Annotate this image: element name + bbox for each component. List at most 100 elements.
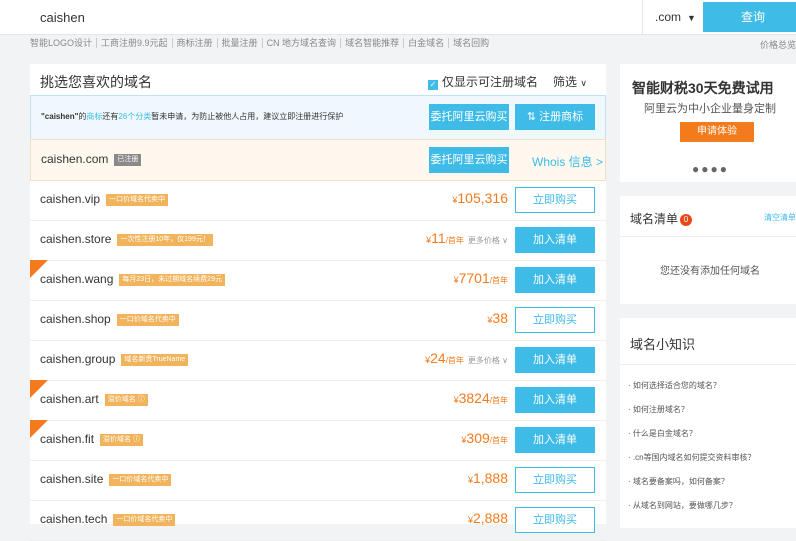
register-trademark-button[interactable]: ⇅ 注册商标 xyxy=(515,104,595,130)
tip-link[interactable]: · 如何注册域名？ xyxy=(628,398,756,422)
more-prices-link[interactable]: 更多价格 ∨ xyxy=(468,356,508,365)
price: ¥2,888 xyxy=(467,510,508,526)
filter-dropdown[interactable]: 筛选 ∨ xyxy=(553,73,587,90)
quicklink-company-reg[interactable]: 工商注册9.9元起 xyxy=(97,38,173,48)
more-prices-link[interactable]: 更多价格 ∨ xyxy=(468,236,508,245)
divider xyxy=(620,236,796,237)
domain-name: caishen.vip 一口价域名代卖中 xyxy=(40,192,169,206)
add-to-list-button[interactable]: 加入清单 xyxy=(515,347,595,373)
domain-row: caishen.group 域名新贵TrueName ¥24/首年 更多价格 ∨ 加… xyxy=(30,340,606,381)
clear-cart-link[interactable]: 清空清单 xyxy=(764,212,796,223)
divider xyxy=(620,364,796,365)
cart-title: 域名清单 0 xyxy=(630,210,693,227)
domain-name: caishen.tech 一口价域名代卖中 xyxy=(40,512,176,526)
quicklink-platinum[interactable]: 白金域名 xyxy=(404,38,450,48)
suffix-value: .com xyxy=(655,10,682,24)
buy-now-button[interactable]: 立即购买 xyxy=(515,507,595,533)
quicklink-buyback[interactable]: 域名回购 xyxy=(449,38,493,48)
domain-row: caishen.fit 溢价域名 ⓘ ¥309/首年 加入清单 xyxy=(30,420,606,461)
domain-row: caishen.com 已注册 委托阿里云购买 Whois 信息 > xyxy=(30,139,606,181)
domain-name: caishen.wang 每月23日，未过期域名续费29元 xyxy=(40,272,225,286)
chevron-down-icon: ∨ xyxy=(580,78,587,88)
whois-link[interactable]: Whois 信息 > xyxy=(532,153,603,170)
tips-title: 域名小知识 xyxy=(630,337,696,352)
search-input[interactable] xyxy=(30,0,630,34)
promo-badge: 域名新贵TrueName xyxy=(121,354,189,366)
quicklink-cn-local[interactable]: CN 地方域名查询 xyxy=(263,38,342,48)
quicklink-trademark[interactable]: 商标注册 xyxy=(173,38,218,48)
buy-now-button[interactable]: 立即购买 xyxy=(515,467,595,493)
price: ¥309/首年 xyxy=(461,430,508,446)
domain-row: caishen.tech 一口价域名代卖中 ¥2,888 立即购买 xyxy=(30,500,606,541)
filter-label: 筛选 xyxy=(553,75,578,89)
status-badge: 已注册 xyxy=(114,154,142,166)
banner-title: 智能财税30天免费试用 xyxy=(632,80,774,96)
tips-list: · 如何选择适合您的域名？ · 如何注册域名？ · 什么是白金域名？ · .cn… xyxy=(628,374,756,518)
apply-trial-button[interactable]: 申请体验 xyxy=(680,122,754,142)
available-only-label: 仅显示可注册域名 xyxy=(442,75,539,89)
categories-link[interactable]: 26个分类 xyxy=(118,112,151,121)
tip-link[interactable]: · 如何选择适合您的域名？ xyxy=(628,374,756,398)
domain-list-panel: 挑选您喜欢的域名 ✓ 仅显示可注册域名 筛选 ∨ "caishen"的商标还有26… xyxy=(30,64,606,541)
price: ¥3824/首年 xyxy=(453,390,508,406)
add-to-list-button[interactable]: 加入清单 xyxy=(515,427,595,453)
consign-buy-button[interactable]: 委托阿里云购买 xyxy=(429,147,509,173)
tip-link[interactable]: · .cn等国内域名如何提交资料审核？ xyxy=(628,446,756,470)
promo-badge: 一口价域名代卖中 xyxy=(113,514,176,526)
tip-link[interactable]: · 什么是白金域名？ xyxy=(628,422,756,446)
quicklink-bulk-reg[interactable]: 批量注册 xyxy=(218,38,263,48)
domain-tips: 域名小知识 · 如何选择适合您的域名？ · 如何注册域名？ · 什么是白金域名？… xyxy=(620,318,796,528)
cart-empty-text: 您还没有添加任何域名 xyxy=(660,266,760,277)
quick-links: 智能LOGO设计 工商注册9.9元起 商标注册 批量注册 CN 地方域名查询 域名智能推荐… xyxy=(0,38,796,58)
trademark-link[interactable]: 商标 xyxy=(86,112,102,121)
price: ¥1,888 xyxy=(467,470,508,486)
price: ¥38 xyxy=(487,310,508,326)
list-header: 挑选您喜欢的域名 ✓ 仅显示可注册域名 筛选 ∨ xyxy=(30,64,606,97)
price: ¥105,316 xyxy=(452,190,508,206)
price: ¥7701/首年 xyxy=(453,270,508,286)
domain-name: caishen.group 域名新贵TrueName xyxy=(40,352,189,366)
search-button[interactable]: 查询 xyxy=(703,2,796,32)
domain-name: caishen.store 一次性注册10年，仅199元！ xyxy=(40,232,213,246)
promo-badge: 一次性注册10年，仅199元！ xyxy=(117,234,213,246)
search-bar: .com ▼ 查询 xyxy=(0,0,796,35)
promo-badge: 溢价域名 ⓘ xyxy=(100,434,143,446)
promo-badge: 溢价域名 ⓘ xyxy=(104,394,148,406)
price: ¥24/首年 更多价格 ∨ xyxy=(425,350,508,366)
domain-row: caishen.shop 一口价域名代卖中 ¥38 立即购买 xyxy=(30,300,606,341)
domain-row: caishen.store 一次性注册10年，仅199元！ ¥11/首年 更多价格 … xyxy=(30,220,606,261)
promo-banner[interactable]: 智能财税30天免费试用 阿里云为中小企业量身定制 申请体验 ●●●● xyxy=(620,64,796,182)
tip-link[interactable]: · 从域名到网站，要做哪几步？ xyxy=(628,494,756,518)
domain-row: caishen.wang 每月23日，未过期域名续费29元 ¥7701/首年 加入… xyxy=(30,260,606,301)
domain-row: caishen.vip 一口价域名代卖中 ¥105,316 立即购买 xyxy=(30,180,606,221)
add-to-list-button[interactable]: 加入清单 xyxy=(515,387,595,413)
notice-text: "caishen"的商标还有26个分类暂未申请，为防止被他人占用，建议立即注册进… xyxy=(41,112,344,121)
domain-cart: 域名清单 0 清空清单 您还没有添加任何域名 xyxy=(620,196,796,304)
add-to-list-button[interactable]: 加入清单 xyxy=(515,267,595,293)
page-title: 挑选您喜欢的域名 xyxy=(40,74,152,90)
price: ¥11/首年 更多价格 ∨ xyxy=(426,230,508,246)
cart-count-badge: 0 xyxy=(680,214,693,226)
promo-badge: 一口价域名代卖中 xyxy=(116,314,179,326)
domain-name: caishen.shop 一口价域名代卖中 xyxy=(40,312,179,326)
quicklink-recommend[interactable]: 域名智能推荐 xyxy=(341,38,405,48)
available-only-checkbox[interactable]: ✓ 仅显示可注册域名 xyxy=(428,73,538,90)
promo-badge: 一口价域名代卖中 xyxy=(106,194,169,206)
promo-badge: 一口价域名代卖中 xyxy=(109,474,172,486)
domain-name: caishen.fit 溢价域名 ⓘ xyxy=(40,432,143,446)
carousel-dots[interactable]: ●●●● xyxy=(692,162,729,176)
tip-link[interactable]: · 域名要备案吗，如何备案？ xyxy=(628,470,756,494)
banner-subtitle: 阿里云为中小企业量身定制 xyxy=(644,103,776,115)
domain-name: caishen.art 溢价域名 ⓘ xyxy=(40,392,148,406)
add-to-list-button[interactable]: 加入清单 xyxy=(515,227,595,253)
suffix-select[interactable]: .com ▼ xyxy=(642,0,702,34)
quicklink-logo[interactable]: 智能LOGO设计 xyxy=(0,38,98,48)
buy-now-button[interactable]: 立即购买 xyxy=(515,187,595,213)
trademark-notice: "caishen"的商标还有26个分类暂未申请，为防止被他人占用，建议立即注册进… xyxy=(30,95,606,140)
buy-now-button[interactable]: 立即购买 xyxy=(515,307,595,333)
check-icon: ✓ xyxy=(428,80,438,90)
chevron-down-icon: ▼ xyxy=(687,13,696,23)
domain-row: caishen.art 溢价域名 ⓘ ¥3824/首年 加入清单 xyxy=(30,380,606,421)
price-overview-link[interactable]: 价格总览 xyxy=(760,38,796,51)
consign-buy-button[interactable]: 委托阿里云购买 xyxy=(429,104,509,130)
